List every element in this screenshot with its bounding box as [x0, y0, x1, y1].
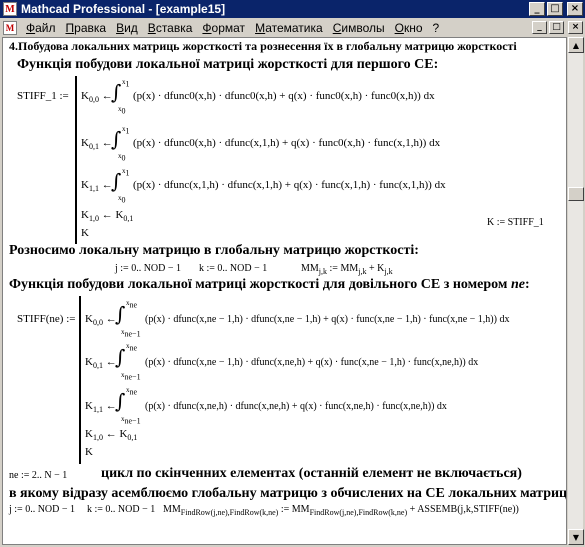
scroll-thumb[interactable] [568, 187, 584, 201]
lower-limit: x0 [118, 105, 126, 116]
section-heading: 4.Побудова локальних матриць жорсткості … [9, 39, 517, 53]
doc-close-button[interactable]: × [568, 21, 583, 34]
maximize-button[interactable]: □ [547, 2, 563, 16]
loop-comment: цикл по скінченних елементах (останній е… [101, 466, 522, 481]
program-bar-2 [79, 296, 81, 464]
integral-sign: ∫ [115, 302, 126, 326]
minimize-button[interactable]: _ [529, 2, 545, 16]
integral-sign: ∫ [115, 345, 126, 369]
k00-integrand: (p(x) · dfunc0(x,h) · dfunc0(x,h) + q(x)… [133, 90, 435, 102]
upper-limit: x1 [122, 125, 130, 136]
menu-edit[interactable]: Правка [61, 21, 112, 35]
stiff1-name: STIFF_1 := [17, 90, 69, 102]
k01-assign: K0,1 ← [81, 137, 113, 152]
subheading-assemble: Розносимо локальну матрицю в глобальну м… [9, 243, 419, 258]
menu-math[interactable]: Математика [250, 21, 328, 35]
final-assemble: MMFindRow(j,ne),FindRow(k,ne) := MMFindR… [163, 504, 519, 517]
menu-window[interactable]: Окно [390, 21, 428, 35]
menu-file[interactable]: Файл [21, 21, 61, 35]
stiff2-name: STIFF(ne) := [17, 313, 76, 325]
k-assign-stiff1: K := STIFF_1 [487, 217, 544, 228]
k10-assign: K1,0 ← K0,1 [81, 209, 134, 224]
k11-integrand: (p(x) · dfunc(x,1,h) · dfunc(x,1,h) + q(… [133, 179, 446, 191]
range-j: j := 0.. NOD − 1 [115, 263, 182, 274]
k00-integrand-ne: (p(x) · dfunc(x,ne − 1,h) · dfunc(x,ne −… [145, 314, 510, 325]
mathcad-icon[interactable]: M [3, 2, 17, 16]
doc-minimize-button[interactable]: _ [532, 21, 547, 34]
menu-help[interactable]: ? [428, 21, 445, 35]
upper-limit: x1 [122, 167, 130, 178]
integral-sign: ∫ [111, 127, 122, 151]
worksheet[interactable]: 4.Побудова локальних матриць жорсткості … [2, 37, 567, 545]
final-range-j: j := 0.. NOD − 1 [9, 504, 76, 515]
lower-limit: xne−1 [121, 415, 141, 426]
menu-bar: M Файл Правка Вид Вставка Формат Математ… [0, 18, 585, 37]
range-ne: ne := 2.. N − 1 [9, 470, 68, 481]
window-title: Mathcad Professional - [example15] [21, 2, 226, 16]
upper-limit: x1 [122, 78, 130, 89]
document-icon[interactable]: M [3, 20, 17, 35]
lower-limit: xne−1 [121, 328, 141, 339]
k10-assign-ne: K1,0 ← K0,1 [85, 428, 138, 443]
k11-assign-ne: K1,1 ← [85, 400, 117, 415]
k-return-ne: K [85, 446, 93, 458]
mm-assign: MMj,k := MMj,k + Kj,k [301, 263, 393, 276]
k00-assign: K0,0 ← [81, 90, 113, 105]
subheading-arbitrary-element: Функція побудови локальної матриці жорст… [9, 277, 530, 292]
lower-limit: x0 [118, 152, 126, 163]
upper-limit: xne [126, 299, 138, 310]
integral-sign: ∫ [111, 169, 122, 193]
k01-assign-ne: K0,1 ← [85, 356, 117, 371]
scroll-up-button[interactable]: ▲ [568, 37, 584, 53]
title-bar: M Mathcad Professional - [example15] _ □… [0, 0, 585, 18]
assemble-comment: в якому відразу асемблюємо глобальну мат… [9, 486, 567, 501]
k-return: K [81, 227, 89, 239]
integral-sign: ∫ [115, 389, 126, 413]
doc-restore-button[interactable]: □ [549, 21, 564, 34]
k11-assign: K1,1 ← [81, 179, 113, 194]
vertical-scrollbar[interactable]: ▲ ▼ [567, 37, 584, 545]
upper-limit: xne [126, 342, 138, 353]
scroll-down-button[interactable]: ▼ [568, 529, 584, 545]
close-button[interactable]: × [567, 2, 583, 16]
lower-limit: x0 [118, 194, 126, 205]
menu-format[interactable]: Формат [197, 21, 250, 35]
k01-integrand: (p(x) · dfunc0(x,h) · dfunc(x,1,h) + q(x… [133, 137, 441, 149]
k00-assign-ne: K0,0 ← [85, 313, 117, 328]
range-k: k := 0.. NOD − 1 [199, 263, 268, 274]
subheading-first-element: Функція побудови локальної матриці жорст… [17, 57, 439, 72]
menu-symbolics[interactable]: Символы [328, 21, 390, 35]
menu-view[interactable]: Вид [111, 21, 143, 35]
upper-limit: xne [126, 386, 138, 397]
final-range-k: k := 0.. NOD − 1 [87, 504, 156, 515]
k11-integrand-ne: (p(x) · dfunc(x,ne,h) · dfunc(x,ne,h) + … [145, 401, 447, 412]
integral-sign: ∫ [111, 80, 122, 104]
lower-limit: xne−1 [121, 371, 141, 382]
program-bar-1 [75, 76, 77, 244]
menu-insert[interactable]: Вставка [143, 21, 198, 35]
k01-integrand-ne: (p(x) · dfunc(x,ne − 1,h) · dfunc(x,ne,h… [145, 357, 479, 368]
